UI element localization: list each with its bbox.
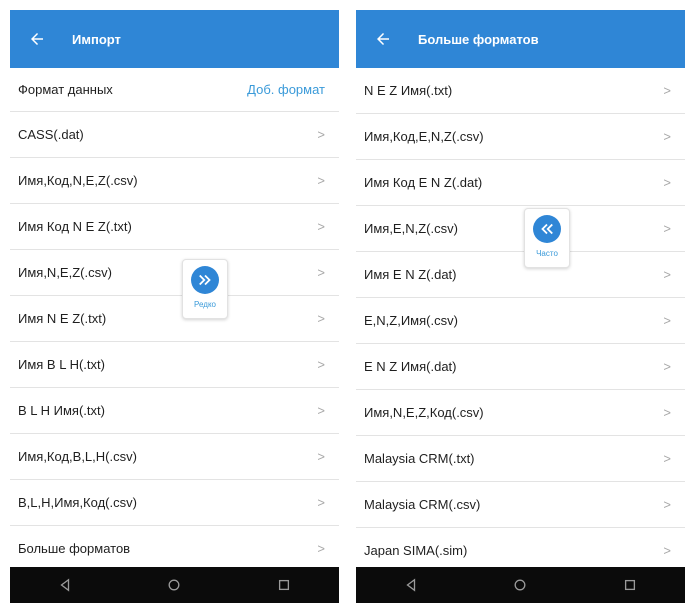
format-item-label: E N Z Имя(.dat) [364,359,457,374]
fab-label: Редко [194,300,216,309]
chevron-right-icon: > [663,497,671,512]
app-header: Больше форматов [356,10,685,68]
add-format-link[interactable]: Доб. формат [247,82,325,97]
chevron-right-icon: > [663,543,671,558]
format-item-label: Имя Код N E Z(.txt) [18,219,132,234]
format-item-label: E,N,Z,Имя(.csv) [364,313,458,328]
chevron-right-icon: > [663,83,671,98]
format-list-item[interactable]: Malaysia CRM(.txt) > [356,436,685,482]
format-list-item[interactable]: B,L,H,Имя,Код(.csv) > [10,480,339,526]
chevron-right-icon: > [663,405,671,420]
app-header: Импорт [10,10,339,68]
chevron-right-icon: > [317,173,325,188]
format-list-item[interactable]: Имя Код E N Z(.dat) > [356,160,685,206]
chevron-right-icon: > [663,359,671,374]
format-item-label: Имя Код E N Z(.dat) [364,175,483,190]
format-list: Формат данных Доб. формат CASS(.dat) > Имя… [10,68,339,572]
format-item-label: Имя B L H(.txt) [18,357,105,372]
chevron-right-icon: > [317,495,325,510]
format-item-label: Имя,E,N,Z(.csv) [364,221,458,236]
format-label: Формат данных [18,82,113,97]
chevron-right-icon: > [317,265,325,280]
double-chevron-left-icon [533,215,561,243]
format-item-label: CASS(.dat) [18,127,84,142]
page-title: Импорт [72,31,121,47]
more-formats-screen: Больше форматов N E Z Имя(.txt) > Имя,Код,… [356,10,685,603]
format-list-item[interactable]: N E Z Имя(.txt) > [356,68,685,114]
often-toggle-button[interactable]: Часто [524,208,570,268]
format-list-item[interactable]: Имя,Код,B,L,H(.csv) > [10,434,339,480]
format-list-item[interactable]: Имя,Код,E,N,Z(.csv) > [356,114,685,160]
format-list-item[interactable]: Malaysia CRM(.csv) > [356,482,685,528]
chevron-right-icon: > [663,129,671,144]
format-list: N E Z Имя(.txt) > Имя,Код,E,N,Z(.csv) > Имя … [356,68,685,574]
chevron-right-icon: > [663,267,671,282]
back-arrow-icon[interactable] [370,26,396,52]
format-list-item[interactable]: Имя,N,E,Z,Код(.csv) > [356,390,685,436]
format-header-row: Формат данных Доб. формат [10,68,339,112]
format-list-item[interactable]: Имя E N Z(.dat) > [356,252,685,298]
recents-square-icon[interactable] [610,570,650,600]
format-list-item[interactable]: Имя,E,N,Z(.csv) > [356,206,685,252]
back-triangle-icon[interactable] [391,570,431,600]
import-screen: Импорт Формат данных Доб. формат CASS(.d… [10,10,339,603]
page-title: Больше форматов [418,31,539,47]
chevron-right-icon: > [317,449,325,464]
format-item-label: Имя,Код,E,N,Z(.csv) [364,129,484,144]
format-item-label: Malaysia CRM(.csv) [364,497,481,512]
home-circle-icon[interactable] [500,570,540,600]
format-item-label: Имя E N Z(.dat) [364,267,457,282]
format-item-label: Japan SIMA(.sim) [364,543,468,558]
chevron-right-icon: > [317,311,325,326]
format-item-label: B L H Имя(.txt) [18,403,105,418]
chevron-right-icon: > [317,541,325,556]
format-list-item[interactable]: Имя B L H(.txt) > [10,342,339,388]
format-list-item[interactable]: E,N,Z,Имя(.csv) > [356,298,685,344]
chevron-right-icon: > [663,451,671,466]
back-arrow-icon[interactable] [24,26,50,52]
format-list-item[interactable]: B L H Имя(.txt) > [10,388,339,434]
format-item-label: B,L,H,Имя,Код(.csv) [18,495,137,510]
format-item-label: Malaysia CRM(.txt) [364,451,475,466]
format-item-label: Имя,N,E,Z,Код(.csv) [364,405,484,420]
recents-square-icon[interactable] [264,570,304,600]
fab-label: Часто [536,249,558,258]
chevron-right-icon: > [663,175,671,190]
chevron-right-icon: > [317,127,325,142]
back-triangle-icon[interactable] [45,570,85,600]
system-navbar [10,567,339,603]
format-item-label: Имя N E Z(.txt) [18,311,107,326]
rarely-toggle-button[interactable]: Редко [182,259,228,319]
format-item-label: Имя,N,E,Z(.csv) [18,265,112,280]
format-list-item[interactable]: E N Z Имя(.dat) > [356,344,685,390]
chevron-right-icon: > [317,219,325,234]
system-navbar [356,567,685,603]
chevron-right-icon: > [317,403,325,418]
format-list-item[interactable]: Имя N E Z(.txt) > [10,296,339,342]
home-circle-icon[interactable] [154,570,194,600]
format-item-label: Имя,Код,N,E,Z(.csv) [18,173,138,188]
format-list-item[interactable]: Имя,Код,N,E,Z(.csv) > [10,158,339,204]
format-item-label: Больше форматов [18,541,131,556]
format-item-label: N E Z Имя(.txt) [364,83,453,98]
format-list-item[interactable]: CASS(.dat) > [10,112,339,158]
format-list-item[interactable]: Имя Код N E Z(.txt) > [10,204,339,250]
chevron-right-icon: > [663,221,671,236]
chevron-right-icon: > [663,313,671,328]
chevron-right-icon: > [317,357,325,372]
double-chevron-right-icon [191,266,219,294]
format-list-item[interactable]: Больше форматов > [10,526,339,572]
format-list-item[interactable]: Имя,N,E,Z(.csv) > [10,250,339,296]
format-item-label: Имя,Код,B,L,H(.csv) [18,449,137,464]
